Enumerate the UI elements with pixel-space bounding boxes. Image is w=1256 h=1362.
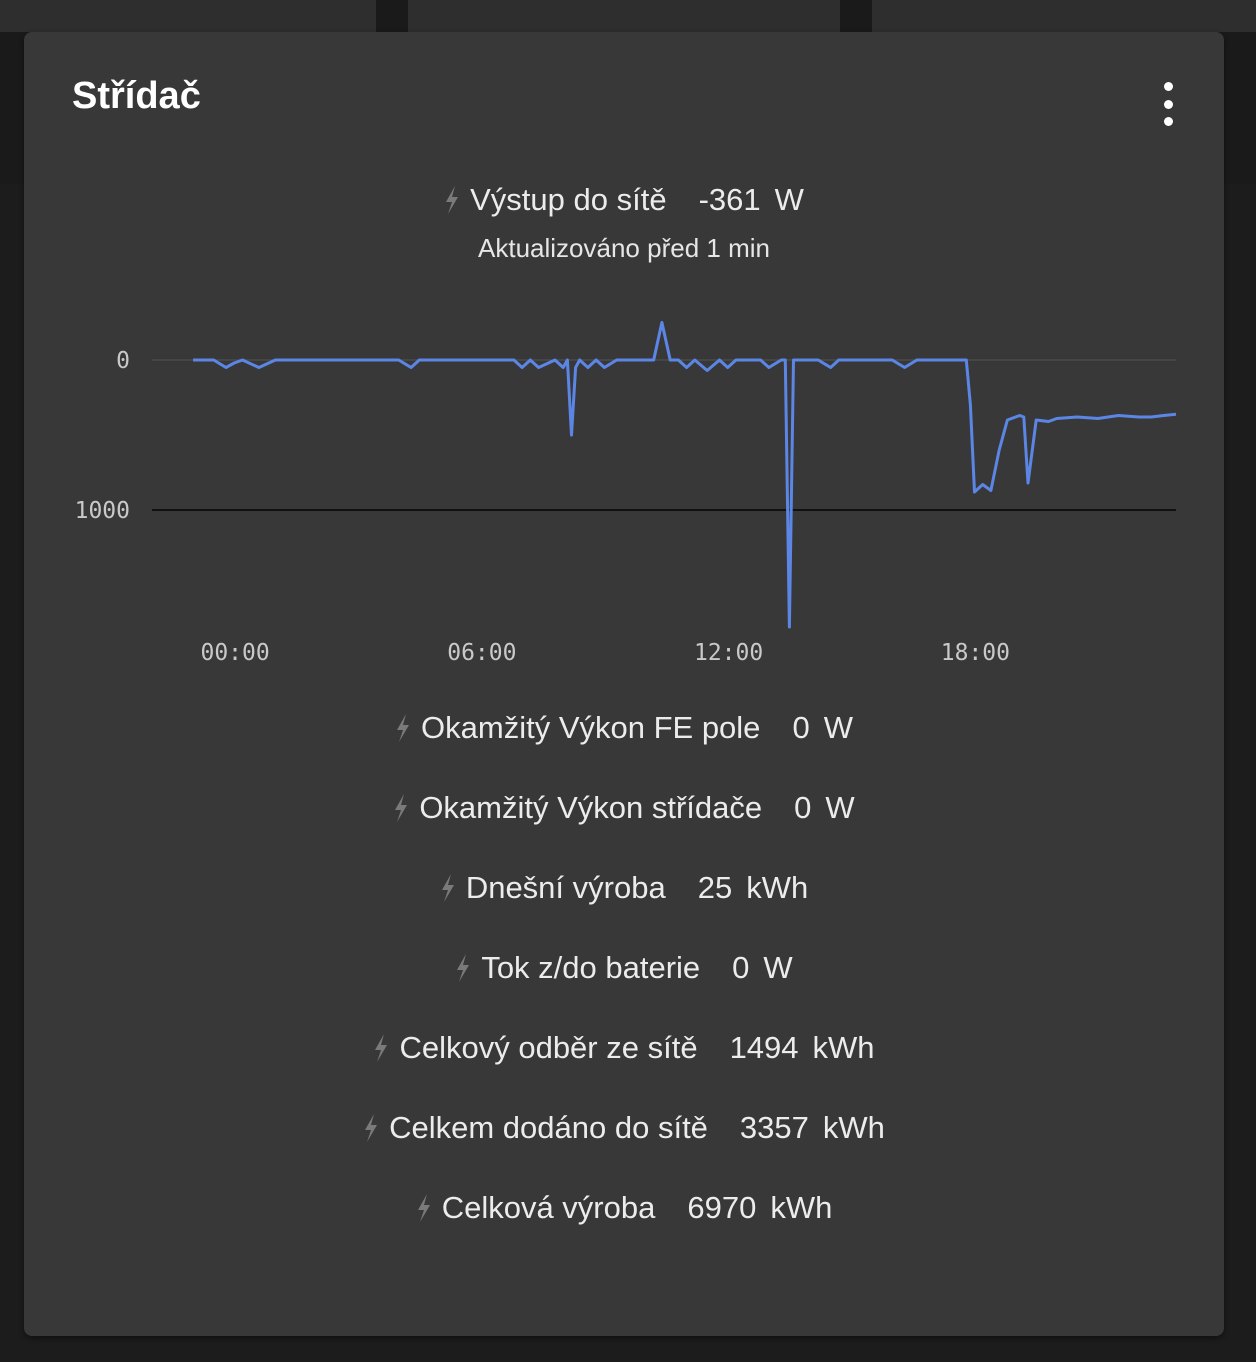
flash-icon <box>446 186 459 214</box>
entity-unit: W <box>774 182 804 217</box>
entity-label: Celkem dodáno do sítě <box>389 1110 708 1145</box>
entity-unit: kWh <box>746 870 809 905</box>
entity-label: Dnešní výroba <box>465 870 666 905</box>
entity-value: 1494 <box>729 1030 799 1065</box>
background-card <box>872 0 1256 32</box>
card-title: Střídač <box>72 75 201 117</box>
history-chart-svg: 0 1000 00:00 06:00 12:00 18:00 <box>75 321 1177 666</box>
entity-row[interactable]: Celkem dodáno do sítě 3357 kWh <box>24 1108 1224 1148</box>
entity-label: Okamžitý Výkon FE pole <box>421 710 761 745</box>
entity-row[interactable]: Celkový odběr ze sítě 1494 kWh <box>24 1028 1224 1068</box>
entity-value: 0 <box>792 710 810 745</box>
flash-icon <box>441 874 454 902</box>
x-tick-label: 00:00 <box>200 640 269 666</box>
entity-unit: kWh <box>812 1030 875 1065</box>
entity-row[interactable]: Dnešní výroba 25 kWh <box>24 868 1224 908</box>
entity-label: Celkový odběr ze sítě <box>399 1030 698 1065</box>
background-card <box>408 0 840 32</box>
entity-unit: kWh <box>822 1110 885 1145</box>
entity-unit: W <box>825 790 855 825</box>
flash-icon <box>365 1114 378 1142</box>
entity-label: Výstup do sítě <box>470 182 667 217</box>
more-vertical-icon[interactable] <box>1152 82 1184 126</box>
flash-icon <box>457 954 470 982</box>
entity-unit: kWh <box>770 1190 833 1225</box>
entity-value: 25 <box>697 870 733 905</box>
main-entity-row[interactable]: Výstup do sítě -361 W <box>24 180 1224 220</box>
entity-label: Tok z/do baterie <box>481 950 701 985</box>
background-card <box>0 0 376 32</box>
entity-unit: W <box>763 950 793 985</box>
last-updated-text: Aktualizováno před 1 min <box>478 233 770 263</box>
entity-label: Okamžitý Výkon střídače <box>419 790 763 825</box>
history-chart[interactable]: 0 1000 00:00 06:00 12:00 18:00 <box>24 282 1224 682</box>
entity-label: Celková výroba <box>441 1190 656 1225</box>
inverter-card: Střídač Výstup do sítě -361 W Aktualizov… <box>24 32 1224 1336</box>
flash-icon <box>375 1034 388 1062</box>
x-tick-label: 12:00 <box>694 640 763 666</box>
entity-value: 0 <box>732 950 750 985</box>
entity-row[interactable]: Celková výroba 6970 kWh <box>24 1188 1224 1228</box>
x-tick-label: 06:00 <box>447 640 516 666</box>
y-tick-label: 1000 <box>75 498 130 524</box>
x-tick-label: 18:00 <box>941 640 1010 666</box>
entity-value: -361 <box>698 182 761 217</box>
flash-icon <box>397 714 410 742</box>
y-tick-label: 0 <box>116 348 130 374</box>
entity-row[interactable]: Okamžitý Výkon FE pole 0 W <box>24 708 1224 748</box>
entity-unit: W <box>823 710 853 745</box>
flash-icon <box>417 1194 430 1222</box>
flash-icon <box>395 794 408 822</box>
entity-row[interactable]: Okamžitý Výkon střídače 0 W <box>24 788 1224 828</box>
entity-value: 6970 <box>687 1190 757 1225</box>
entity-row[interactable]: Tok z/do baterie 0 W <box>24 948 1224 988</box>
entity-value: 3357 <box>739 1110 809 1145</box>
entity-value: 0 <box>794 790 812 825</box>
series-line <box>193 321 1177 629</box>
